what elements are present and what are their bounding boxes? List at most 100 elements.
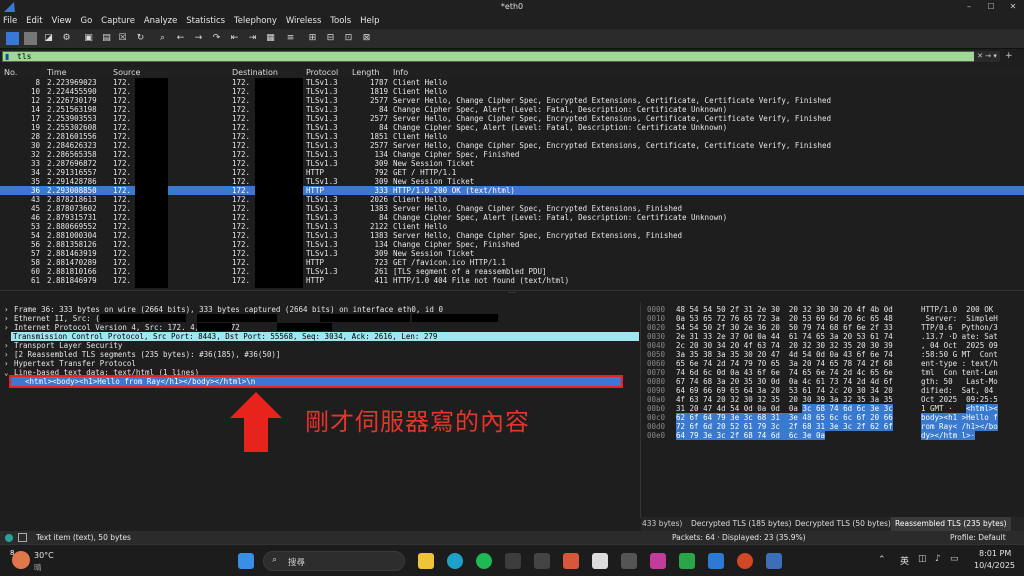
expand-chevron-icon[interactable]: ⌄ bbox=[4, 368, 9, 377]
line-icon[interactable] bbox=[679, 553, 695, 569]
hex-row[interactable]: 0050 3a 35 38 3a 35 30 20 47 4d 54 0d 0a … bbox=[643, 350, 1024, 359]
hex-row[interactable]: 0030 2e 31 33 2e 37 0d 0a 44 61 74 65 3a … bbox=[643, 332, 1024, 341]
display-filter-input[interactable]: tls bbox=[17, 52, 31, 62]
menu-analyze[interactable]: Analyze bbox=[141, 14, 181, 28]
file-explorer-icon[interactable] bbox=[418, 553, 434, 569]
last-packet-icon[interactable]: ⇥ bbox=[246, 32, 259, 45]
clock-time[interactable]: 8:01 PM bbox=[979, 549, 1011, 558]
expert-info-icon[interactable] bbox=[18, 533, 27, 542]
hex-row[interactable]: 0040 2c 20 30 34 20 4f 63 74 20 32 30 32 … bbox=[643, 341, 1024, 350]
hex-row[interactable]: 0000 48 54 54 50 2f 31 2e 30 20 32 30 30 … bbox=[643, 305, 1024, 314]
go-forward-icon[interactable]: → bbox=[192, 32, 205, 45]
tray-chevron-icon[interactable]: ⌃ bbox=[878, 555, 886, 565]
stop-capture-icon[interactable] bbox=[24, 32, 37, 45]
maximize-button[interactable]: ☐ bbox=[980, 0, 1002, 14]
network-icon[interactable]: ◫ bbox=[918, 554, 927, 564]
hex-row[interactable]: 0020 54 54 50 2f 30 2e 36 20 50 79 74 68 … bbox=[643, 323, 1024, 332]
first-packet-icon[interactable]: ⇤ bbox=[228, 32, 241, 45]
save-file-icon[interactable]: ▤ bbox=[100, 32, 113, 45]
linux-tux-icon[interactable] bbox=[592, 553, 608, 569]
detail-row[interactable]: › Hypertext Transfer Protocol bbox=[0, 359, 641, 368]
detail-row[interactable]: ⌄ Line-based text data: text/html (1 line… bbox=[0, 368, 641, 377]
col-protocol[interactable]: Protocol bbox=[306, 68, 338, 77]
collapse-chevron-icon[interactable]: › bbox=[4, 314, 9, 323]
hex-row[interactable]: 0070 74 6d 6c 0d 0a 43 6f 6e 74 65 6e 74 … bbox=[643, 368, 1024, 377]
reload-icon[interactable]: ↻ bbox=[134, 32, 147, 45]
collapse-chevron-icon[interactable]: › bbox=[4, 341, 9, 350]
display-filter-bar[interactable]: ▮ tls ✕ → ▾ bbox=[2, 51, 1000, 62]
col-source[interactable]: Source bbox=[113, 68, 140, 77]
detail-row[interactable]: › [2 Reassembled TLS segments (235 bytes)… bbox=[0, 350, 641, 359]
menu-view[interactable]: View bbox=[48, 14, 74, 28]
tab-frame-bytes[interactable]: 433 bytes) bbox=[638, 517, 686, 531]
hex-row[interactable]: 00e0 64 79 3e 3c 2f 68 74 6d 6c 3e 0a dy><… bbox=[643, 431, 1024, 440]
tab-decrypted-tls-50[interactable]: Decrypted TLS (50 bytes) bbox=[791, 517, 895, 531]
tab-decrypted-tls-185[interactable]: Decrypted TLS (185 bytes) bbox=[687, 517, 796, 531]
hex-row[interactable]: 0080 67 74 68 3a 20 35 30 0d 0a 4c 61 73 … bbox=[643, 377, 1024, 386]
detail-row[interactable]: › Transmission Control Protocol, Src Port… bbox=[4, 332, 639, 341]
pane-splitter[interactable]: ⋯ bbox=[0, 288, 1024, 302]
col-destination[interactable]: Destination bbox=[232, 68, 278, 77]
hex-row[interactable]: 0010 0a 53 65 72 76 65 72 3a 20 53 69 6d … bbox=[643, 314, 1024, 323]
ime-indicator[interactable]: 英 bbox=[900, 554, 909, 567]
wireshark-taskbar-icon[interactable] bbox=[766, 553, 782, 569]
detail-row[interactable]: › Frame 36: 333 bytes on wire (2664 bits)… bbox=[0, 305, 641, 314]
add-filter-button-icon[interactable]: + bbox=[1005, 51, 1013, 61]
collapse-chevron-icon[interactable]: › bbox=[4, 332, 9, 341]
collapse-chevron-icon[interactable]: › bbox=[4, 359, 9, 368]
start-capture-icon[interactable] bbox=[6, 32, 19, 45]
snipping-tool-icon[interactable] bbox=[621, 553, 637, 569]
hex-row[interactable]: 00b0 31 20 47 4d 54 0d 0a 0d 0a 3c 68 74 … bbox=[643, 404, 1024, 413]
hex-row[interactable]: 00d0 72 6f 6d 20 52 61 79 3c 2f 68 31 3e … bbox=[643, 422, 1024, 431]
app-icon[interactable] bbox=[505, 553, 521, 569]
collapse-chevron-icon[interactable]: › bbox=[4, 305, 9, 314]
menu-go[interactable]: Go bbox=[78, 14, 96, 28]
menu-capture[interactable]: Capture bbox=[98, 14, 138, 28]
detail-row[interactable]: <html><body><h1>Hello from Ray</h1></bod… bbox=[9, 375, 623, 388]
minimize-button[interactable]: – bbox=[958, 0, 980, 14]
tab-reassembled-tls[interactable]: Reassembled TLS (235 bytes) bbox=[891, 517, 1011, 531]
powerpoint-icon[interactable] bbox=[737, 553, 753, 569]
edge-icon[interactable] bbox=[447, 553, 463, 569]
colorize-icon[interactable]: ≡ bbox=[284, 32, 297, 45]
clock-date[interactable]: 10/4/2025 bbox=[974, 561, 1015, 570]
col-no[interactable]: No. bbox=[4, 68, 17, 77]
col-time[interactable]: Time bbox=[47, 68, 67, 77]
resize-columns-icon[interactable]: ⊠ bbox=[360, 32, 373, 45]
menu-edit[interactable]: Edit bbox=[23, 14, 45, 28]
weather-icon[interactable] bbox=[12, 551, 30, 569]
app-orange-icon[interactable] bbox=[563, 553, 579, 569]
go-to-packet-icon[interactable]: ↷ bbox=[210, 32, 223, 45]
notes-icon[interactable] bbox=[708, 553, 724, 569]
menu-wireless[interactable]: Wireless bbox=[283, 14, 325, 28]
menu-help[interactable]: Help bbox=[357, 14, 382, 28]
detail-row[interactable]: › Transport Layer Security bbox=[0, 341, 641, 350]
spotify-icon[interactable] bbox=[476, 553, 492, 569]
collapse-chevron-icon[interactable]: › bbox=[4, 350, 9, 359]
hex-row[interactable]: 0090 64 69 66 69 65 64 3a 20 53 61 74 2c … bbox=[643, 386, 1024, 395]
capture-options-icon[interactable]: ⚙ bbox=[60, 32, 73, 45]
menu-statistics[interactable]: Statistics bbox=[183, 14, 228, 28]
find-icon[interactable]: ⌕ bbox=[156, 32, 169, 45]
col-length[interactable]: Length bbox=[352, 68, 380, 77]
status-profile[interactable]: Profile: Default bbox=[950, 531, 1006, 544]
terminal-icon[interactable] bbox=[534, 553, 550, 569]
menu-tools[interactable]: Tools bbox=[327, 14, 354, 28]
volume-icon[interactable]: ♪ bbox=[935, 554, 941, 564]
close-file-icon[interactable]: ☒ bbox=[116, 32, 129, 45]
taskbar-search-box[interactable]: ⌕ 搜尋 bbox=[263, 551, 405, 571]
hex-row[interactable]: 00c0 62 6f 64 79 3e 3c 68 31 3e 48 65 6c … bbox=[643, 413, 1024, 422]
hex-row[interactable]: 00a0 4f 63 74 20 32 30 32 35 20 30 39 3a … bbox=[643, 395, 1024, 404]
open-file-icon[interactable]: ▣ bbox=[82, 32, 95, 45]
status-ready-icon[interactable] bbox=[5, 534, 13, 542]
wifi-app-icon[interactable] bbox=[650, 553, 666, 569]
autoscroll-icon[interactable]: ▦ bbox=[264, 32, 277, 45]
normal-size-icon[interactable]: ⊡ bbox=[342, 32, 355, 45]
battery-icon[interactable]: ▭ bbox=[950, 554, 959, 564]
zoom-out-icon[interactable]: ⊟ bbox=[324, 32, 337, 45]
go-back-icon[interactable]: ← bbox=[174, 32, 187, 45]
zoom-in-icon[interactable]: ⊞ bbox=[306, 32, 319, 45]
menu-telephony[interactable]: Telephony bbox=[231, 14, 280, 28]
filter-apply-icon[interactable]: ✕ → ▾ bbox=[974, 51, 1000, 62]
start-menu-icon[interactable] bbox=[238, 553, 254, 569]
